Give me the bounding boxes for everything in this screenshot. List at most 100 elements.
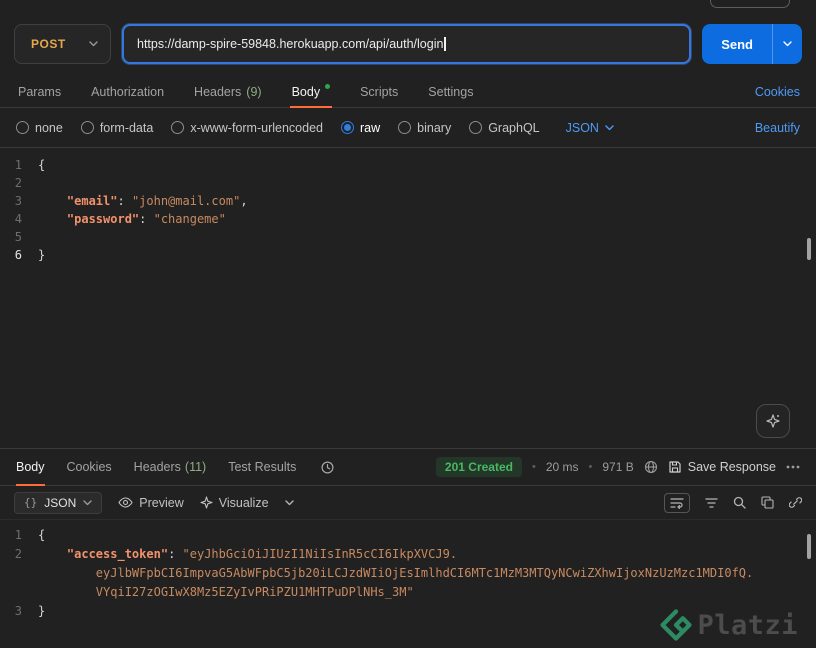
response-tab-test-results[interactable]: Test Results — [228, 449, 296, 485]
request-bar: POST https://damp-spire-59848.herokuapp.… — [0, 0, 816, 76]
radio-icon — [469, 121, 483, 134]
tab-body[interactable]: Body — [289, 76, 333, 108]
body-type-none[interactable]: none — [16, 121, 63, 135]
save-response-label: Save Response — [687, 460, 776, 474]
status-badge: 201 Created — [435, 457, 522, 477]
code-token: } — [38, 248, 46, 262]
response-tab-body[interactable]: Body — [16, 449, 45, 486]
response-history-icon[interactable] — [320, 449, 335, 485]
preview-label: Preview — [139, 495, 184, 510]
response-meta: 201 Created • 20 ms • 971 B Save Respons… — [435, 457, 800, 477]
response-editor-lines: 1{2 "access_token": "eyJhbGciOiJIUzI1NiI… — [0, 526, 816, 621]
code-token: "email" — [66, 194, 118, 208]
code-text: VYqiI27zOGIwX8Mz5EZyIvPRiPZU1MHTPuDPlNHs… — [38, 583, 414, 602]
tab-settings-label: Settings — [428, 84, 474, 99]
response-scrollbar-thumb[interactable] — [807, 534, 811, 559]
link-icon[interactable] — [789, 496, 802, 509]
line-number: 2 — [14, 547, 22, 561]
body-type-form-data[interactable]: form-data — [80, 121, 153, 135]
send-button[interactable]: Send — [702, 24, 772, 64]
eye-icon — [118, 497, 133, 508]
tab-headers[interactable]: Headers (9) — [192, 76, 264, 107]
wrap-text-icon[interactable] — [664, 492, 690, 513]
response-toolbar: {} JSON Preview Visualize — [0, 486, 816, 520]
response-size: 971 B — [602, 460, 634, 474]
body-type-graphql[interactable]: GraphQL — [469, 121, 540, 135]
headers-count: (9) — [246, 84, 262, 99]
radio-icon — [171, 121, 185, 134]
response-tab-headers-label: Headers — [133, 460, 181, 474]
more-options-icon[interactable] — [786, 465, 800, 469]
network-globe-icon[interactable] — [644, 460, 658, 474]
radio-icon — [398, 121, 412, 134]
line-number: 4 — [14, 212, 22, 226]
beautify-link[interactable]: Beautify — [755, 121, 800, 135]
language-label: JSON — [565, 120, 599, 135]
send-options-button[interactable] — [772, 24, 802, 64]
save-icon — [668, 460, 682, 474]
request-body-editor[interactable]: 1{2 3 "email": "john@mail.com", 4 "passwor… — [0, 148, 816, 448]
visualize-button[interactable]: Visualize — [200, 496, 269, 510]
watermark: Platzi — [659, 608, 798, 642]
save-response-button[interactable]: Save Response — [668, 460, 776, 474]
tab-scripts-label: Scripts — [360, 84, 399, 99]
filter-icon[interactable] — [705, 497, 718, 509]
response-tab-cookies-label: Cookies — [66, 460, 112, 474]
tab-body-label: Body — [291, 84, 321, 99]
tab-scripts[interactable]: Scripts — [358, 76, 400, 107]
tab-authorization[interactable]: Authorization — [89, 76, 166, 107]
body-type-raw[interactable]: raw — [341, 121, 380, 135]
line-number: 1 — [14, 158, 22, 172]
body-type-binary-label: binary — [417, 120, 452, 135]
line-number: 5 — [14, 230, 22, 244]
response-body-editor[interactable]: 1{2 "access_token": "eyJhbGciOiJIUzI1NiI… — [0, 520, 816, 648]
code-text: } — [38, 246, 45, 264]
response-tabs: Body Cookies Headers (11) Test Results — [16, 449, 335, 486]
method-select[interactable]: POST — [14, 24, 111, 64]
code-line: VYqiI27zOGIwX8Mz5EZyIvPRiPZU1MHTPuDPlNHs… — [0, 583, 816, 602]
code-line: 2 — [0, 174, 816, 192]
code-token: "john@mail.com" — [131, 194, 241, 208]
chevron-down-icon[interactable] — [284, 499, 294, 506]
code-token: : — [139, 212, 154, 226]
code-line: 5 — [0, 228, 816, 246]
code-text: { — [38, 526, 45, 545]
response-headers-count: (11) — [184, 460, 207, 474]
body-type-urlencoded[interactable]: x-www-form-urlencoded — [171, 121, 323, 135]
line-number: 3 — [14, 604, 22, 618]
postbot-button[interactable] — [756, 404, 790, 438]
code-text: eyJlbWFpbCI6ImpvaG5AbWFpbC5jb20iLCJzdWIi… — [38, 564, 753, 583]
body-type-binary[interactable]: binary — [398, 121, 451, 135]
request-scrollbar-thumb[interactable] — [807, 238, 811, 260]
body-type-raw-label: raw — [360, 120, 381, 135]
sparkle-icon — [765, 413, 781, 429]
copy-icon[interactable] — [761, 496, 774, 509]
code-token: "eyJhbGciOiJIUzI1NiIsInR5cCI6IkpXVCJ9. — [182, 547, 458, 561]
body-type-none-label: none — [35, 120, 63, 135]
platzi-logo-icon — [659, 608, 693, 642]
code-token: "access_token" — [66, 547, 169, 561]
response-tab-cookies[interactable]: Cookies — [67, 449, 112, 485]
code-token: : — [117, 194, 132, 208]
response-tab-headers[interactable]: Headers (11) — [134, 449, 207, 485]
tab-params-label: Params — [18, 84, 62, 99]
code-text: "email": "john@mail.com", — [38, 192, 248, 210]
code-text: { — [38, 156, 45, 174]
body-type-options: none form-data x-www-form-urlencoded raw… — [0, 108, 816, 148]
code-token: "changeme" — [153, 212, 226, 226]
preview-button[interactable]: Preview — [118, 495, 184, 510]
tab-params[interactable]: Params — [16, 76, 63, 107]
tab-settings[interactable]: Settings — [426, 76, 475, 107]
language-select[interactable]: JSON — [566, 121, 614, 135]
line-number: 2 — [14, 176, 22, 190]
tab-authorization-label: Authorization — [91, 84, 165, 99]
cookies-link[interactable]: Cookies — [755, 85, 800, 99]
response-format-select[interactable]: {} JSON — [14, 491, 103, 514]
url-input[interactable]: https://damp-spire-59848.herokuapp.com/a… — [122, 24, 692, 64]
search-icon[interactable] — [733, 496, 746, 509]
code-token: eyJlbWFpbCI6ImpvaG5AbWFpbC5jb20iLCJzdWIi… — [95, 566, 754, 580]
line-number: 1 — [14, 528, 22, 542]
